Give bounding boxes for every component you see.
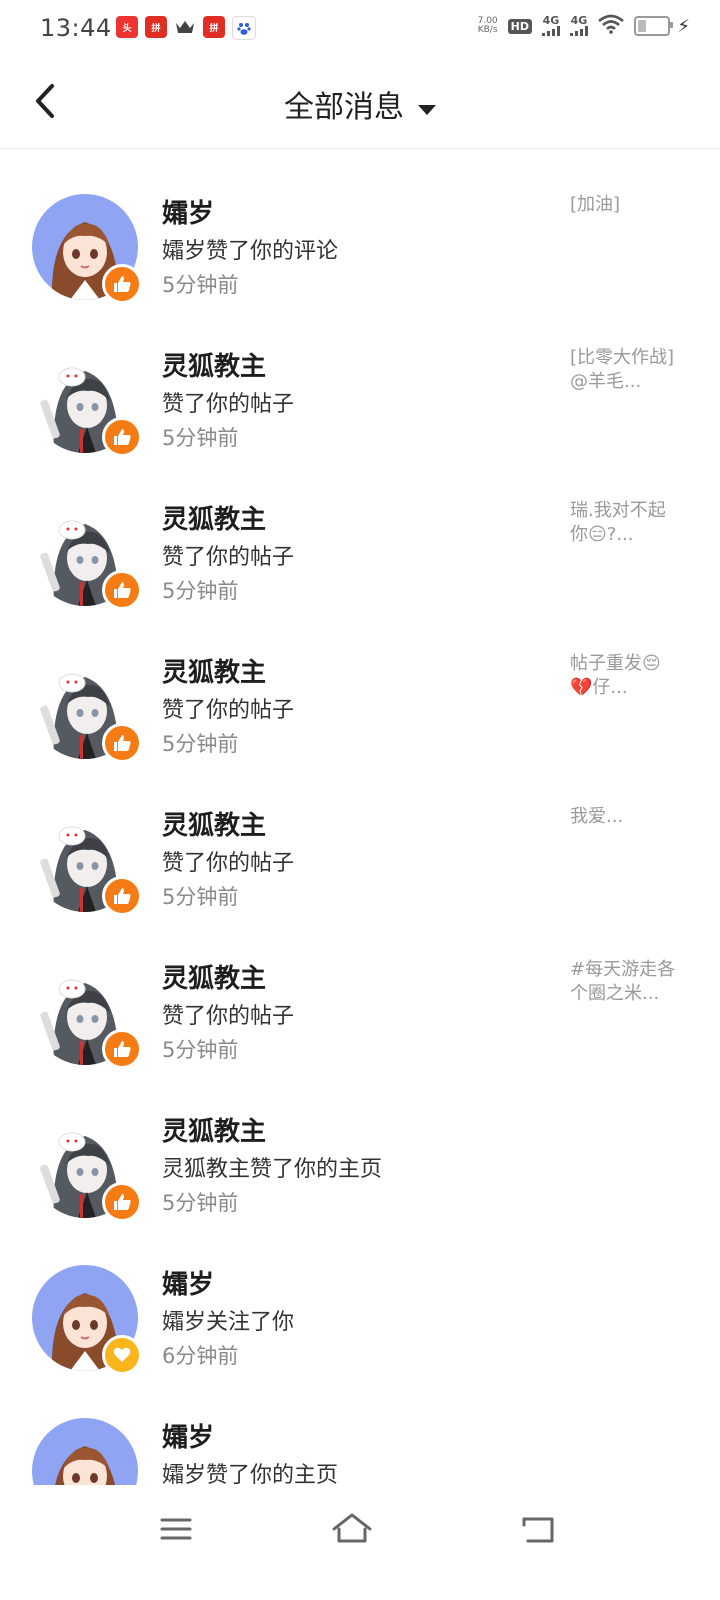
message-action: 赞了你的帖子 xyxy=(162,392,295,417)
menu-button[interactable] xyxy=(154,1509,198,1549)
message-filter-dropdown[interactable]: 全部消息 xyxy=(0,82,720,126)
heart-icon xyxy=(102,1335,142,1375)
sender-name[interactable]: 灵狐教主 xyxy=(162,958,266,995)
message-action: 孀岁关注了你 xyxy=(162,1310,295,1335)
header: 全部消息 xyxy=(0,56,720,149)
avatar[interactable] xyxy=(32,1418,138,1485)
message-list-item[interactable]: 孀岁孀岁赞了你的评论 5分钟前 [加油] xyxy=(0,149,720,304)
message-list-item[interactable]: 孀岁孀岁赞了你的主页 xyxy=(0,1373,720,1485)
message-list-item[interactable]: 灵狐教主赞了你的帖子 5分钟前 我爱... xyxy=(0,761,720,916)
toutiao-icon: 头 xyxy=(116,16,138,38)
thumbs-up-icon xyxy=(102,1029,142,1069)
message-action: 赞了你的帖子 xyxy=(162,545,295,570)
net-speed: 7.00 KB/s xyxy=(478,17,498,35)
sender-name[interactable]: 孀岁 xyxy=(162,1264,214,1301)
message-time: 5分钟前 xyxy=(162,732,239,756)
message-list-item[interactable]: 孀岁孀岁关注了你 6分钟前 xyxy=(0,1220,720,1375)
home-button[interactable] xyxy=(330,1509,374,1549)
thumbs-up-icon xyxy=(102,1182,142,1222)
hd-icon: HD xyxy=(507,18,532,34)
message-action: 孀岁赞了你的主页 xyxy=(162,1463,339,1485)
status-time: 13:44 xyxy=(40,14,112,42)
message-time: 5分钟前 xyxy=(162,885,239,909)
back-icon xyxy=(522,1517,554,1543)
message-time: 6分钟前 xyxy=(162,1344,239,1368)
crown-icon xyxy=(174,16,196,38)
status-bar: 13:44 头 拼 拼 7.00 KB/s HD 4G 4G ⚡ xyxy=(0,0,720,56)
message-list-item[interactable]: 灵狐教主赞了你的帖子 5分钟前 #每天游走各个圈之米... xyxy=(0,914,720,1069)
sender-name[interactable]: 灵狐教主 xyxy=(162,1111,266,1148)
thumbs-up-icon xyxy=(102,723,142,763)
signal-icon: 4G xyxy=(570,14,588,36)
message-time: 5分钟前 xyxy=(162,579,239,603)
message-time: 5分钟前 xyxy=(162,1191,239,1215)
message-time: 5分钟前 xyxy=(162,273,239,297)
system-back-button[interactable] xyxy=(516,1509,560,1549)
content-preview[interactable]: [加油] xyxy=(570,193,682,217)
sender-name[interactable]: 灵狐教主 xyxy=(162,805,266,842)
pinduoduo-icon: 拼 xyxy=(145,16,167,38)
content-preview[interactable]: 帖子重发😔💔仔... xyxy=(570,652,682,700)
content-preview[interactable]: [比零大作战]@羊毛... xyxy=(570,346,682,394)
system-nav-bar xyxy=(0,1485,720,1600)
network-type: 4G xyxy=(542,14,560,27)
message-action: 灵狐教主赞了你的主页 xyxy=(162,1157,383,1182)
message-list-item[interactable]: 灵狐教主灵狐教主赞了你的主页 5分钟前 xyxy=(0,1067,720,1222)
content-preview[interactable]: 我爱... xyxy=(570,805,682,829)
message-list-item[interactable]: 灵狐教主赞了你的帖子 5分钟前 [比零大作战]@羊毛... xyxy=(0,302,720,457)
caret-down-icon xyxy=(418,104,436,115)
message-list[interactable]: 孀岁 孀岁赞了你的评论 5分钟前 [加油] 灵狐教主 赞了你的帖子 5分钟前 [比零大作战]@… xyxy=(0,149,720,1485)
message-time: 5分钟前 xyxy=(162,1038,239,1062)
menu-icon xyxy=(160,1518,192,1540)
message-list-item[interactable]: 灵狐教主赞了你的帖子 5分钟前 帖子重发😔💔仔... xyxy=(0,608,720,763)
network-type: 4G xyxy=(570,14,588,27)
page-title: 全部消息 xyxy=(284,90,404,125)
charging-icon: ⚡ xyxy=(677,16,690,37)
thumbs-up-icon xyxy=(102,570,142,610)
wifi-icon xyxy=(598,14,624,38)
message-action: 孀岁赞了你的评论 xyxy=(162,239,339,264)
message-action: 赞了你的帖子 xyxy=(162,851,295,876)
message-action: 赞了你的帖子 xyxy=(162,698,295,723)
sender-name[interactable]: 灵狐教主 xyxy=(162,499,266,536)
status-app-icons: 头 拼 拼 xyxy=(116,16,256,40)
content-preview[interactable]: 瑞.我对不起你😑?... xyxy=(570,499,682,547)
status-indicators: 7.00 KB/s HD 4G 4G ⚡ xyxy=(478,14,690,38)
battery-icon: ⚡ xyxy=(634,16,690,37)
thumbs-up-icon xyxy=(102,417,142,457)
message-time: 5分钟前 xyxy=(162,426,239,450)
signal-icon: 4G xyxy=(542,14,560,36)
sender-name[interactable]: 灵狐教主 xyxy=(162,346,266,383)
thumbs-up-icon xyxy=(102,876,142,916)
content-preview[interactable]: #每天游走各个圈之米... xyxy=(570,958,682,1006)
net-speed-unit: KB/s xyxy=(477,25,498,35)
sender-name[interactable]: 孀岁 xyxy=(162,193,214,230)
thumbs-up-icon xyxy=(102,264,142,304)
message-list-item[interactable]: 灵狐教主赞了你的帖子 5分钟前 瑞.我对不起你😑?... xyxy=(0,455,720,610)
message-action: 赞了你的帖子 xyxy=(162,1004,295,1029)
baidu-icon xyxy=(232,16,256,40)
sender-name[interactable]: 孀岁 xyxy=(162,1417,214,1454)
home-icon xyxy=(332,1513,372,1543)
pinduoduo-icon: 拼 xyxy=(203,16,225,38)
sender-name[interactable]: 灵狐教主 xyxy=(162,652,266,689)
